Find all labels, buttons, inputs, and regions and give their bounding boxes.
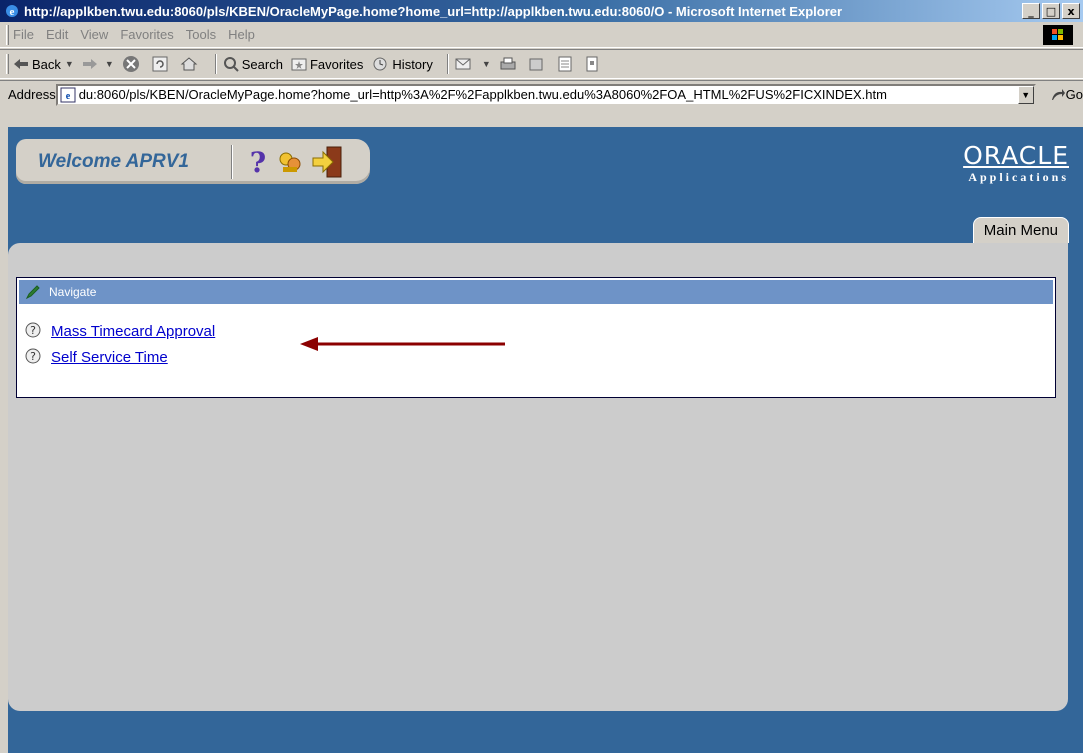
edit-button[interactable] <box>528 56 549 72</box>
menu-view[interactable]: View <box>80 27 108 42</box>
back-button[interactable]: Back ▼ <box>13 57 74 72</box>
close-button[interactable]: x <box>1062 3 1080 19</box>
toolbar-separator <box>214 54 217 74</box>
tab-main-menu[interactable]: Main Menu <box>972 217 1069 243</box>
welcome-text: Welcome APRV1 <box>38 150 189 172</box>
favorites-label: Favorites <box>309 56 364 72</box>
forward-button[interactable]: ▼ <box>82 58 114 70</box>
search-label: Search <box>241 56 283 72</box>
navigate-header: Navigate <box>19 280 1053 304</box>
preferences-icon[interactable] <box>277 150 303 174</box>
maximize-button[interactable]: □ <box>1042 3 1060 19</box>
favorites-icon <box>291 58 307 71</box>
window-title-bar: e http://applkben.twu.edu:8060/pls/KBEN/… <box>0 0 1083 22</box>
main-panel: Navigate ? Mass Timecard Approval ? Self… <box>8 243 1068 711</box>
menu-edit[interactable]: Edit <box>46 27 68 42</box>
welcome-separator <box>231 144 233 179</box>
messenger-button[interactable] <box>584 56 603 72</box>
toolbar-grip[interactable] <box>6 54 9 74</box>
oracle-logo-name: ORACLE <box>963 141 1069 170</box>
refresh-button[interactable] <box>151 55 172 73</box>
history-icon <box>373 57 387 71</box>
annotation-arrow <box>300 337 505 351</box>
svg-text:e: e <box>10 6 15 18</box>
help-circle-icon[interactable]: ? <box>25 348 41 366</box>
print-icon <box>500 57 516 70</box>
svg-text:?: ? <box>250 148 266 176</box>
mail-button[interactable]: ▼ <box>455 56 491 72</box>
messenger-icon <box>586 56 598 72</box>
refresh-icon <box>152 56 168 72</box>
toolbar-separator <box>446 54 449 74</box>
help-icon[interactable]: ? <box>247 148 269 176</box>
print-button[interactable] <box>499 56 520 72</box>
help-circle-icon[interactable]: ? <box>25 322 41 340</box>
windows-logo-icon <box>1043 25 1073 45</box>
svg-text:e: e <box>65 91 70 102</box>
back-label: Back <box>32 56 61 72</box>
favorites-button[interactable]: Favorites <box>291 56 363 72</box>
address-bar: Address e du:8060/pls/KBEN/OracleMyPage.… <box>0 80 1083 108</box>
discuss-icon <box>558 56 572 72</box>
address-label: Address <box>8 87 56 102</box>
pencil-icon <box>25 285 40 300</box>
menu-tools[interactable]: Tools <box>186 27 216 42</box>
toolbar-grip[interactable] <box>6 24 9 45</box>
oracle-logo: ORACLE Applications <box>963 141 1069 185</box>
mass-timecard-approval-link[interactable]: Mass Timecard Approval <box>51 323 215 340</box>
chevron-down-icon[interactable]: ▼ <box>65 59 74 69</box>
menu-file[interactable]: File <box>13 27 34 42</box>
back-arrow-icon <box>14 59 28 69</box>
window-title: http://applkben.twu.edu:8060/pls/KBEN/Or… <box>24 3 843 19</box>
stop-icon <box>122 56 139 72</box>
list-item: ? Mass Timecard Approval <box>25 318 1055 344</box>
menu-help[interactable]: Help <box>228 27 255 42</box>
search-icon <box>223 57 239 72</box>
minimize-button[interactable]: _ <box>1022 3 1040 19</box>
go-label: Go <box>1065 87 1083 102</box>
search-button[interactable]: Search <box>223 56 283 72</box>
history-button[interactable]: History <box>371 56 433 72</box>
edit-icon <box>529 58 543 71</box>
discuss-button[interactable] <box>557 56 576 72</box>
chevron-down-icon[interactable]: ▼ <box>482 59 491 69</box>
go-arrow-icon <box>1051 88 1065 100</box>
welcome-bar: Welcome APRV1 ? <box>16 139 370 184</box>
standard-toolbar: Back ▼ ▼ Search Favorites History ▼ <box>0 49 1083 79</box>
oracle-logo-subtitle: Applications <box>968 170 1069 184</box>
go-button[interactable]: Go <box>1050 87 1083 102</box>
navigate-title: Navigate <box>49 285 97 299</box>
home-button[interactable] <box>180 55 201 73</box>
list-item: ? Self Service Time <box>25 344 1055 370</box>
svg-text:?: ? <box>30 324 36 337</box>
page-icon: e <box>60 87 76 102</box>
logout-door-icon[interactable] <box>311 145 345 179</box>
self-service-time-link[interactable]: Self Service Time <box>51 349 168 366</box>
forward-arrow-icon <box>82 59 97 69</box>
chevron-down-icon[interactable]: ▼ <box>105 59 114 69</box>
menu-bar: File Edit View Favorites Tools Help <box>0 22 1083 48</box>
address-url: du:8060/pls/KBEN/OracleMyPage.home?home_… <box>78 87 887 102</box>
stop-button[interactable] <box>122 55 143 73</box>
address-input[interactable]: e du:8060/pls/KBEN/OracleMyPage.home?hom… <box>55 83 1036 106</box>
navigate-list: ? Mass Timecard Approval ? Self Service … <box>17 306 1055 370</box>
internet-explorer-icon: e <box>6 5 18 18</box>
mail-icon <box>455 58 471 70</box>
page-content: Welcome APRV1 ? ORACLE Applications Main… <box>8 127 1083 753</box>
history-label: History <box>392 56 433 72</box>
navigate-box: Navigate ? Mass Timecard Approval ? Self… <box>16 277 1056 398</box>
home-icon <box>180 57 198 71</box>
chevron-down-icon[interactable]: ▼ <box>1017 85 1034 104</box>
menu-favorites[interactable]: Favorites <box>120 27 173 42</box>
svg-text:?: ? <box>30 350 36 363</box>
